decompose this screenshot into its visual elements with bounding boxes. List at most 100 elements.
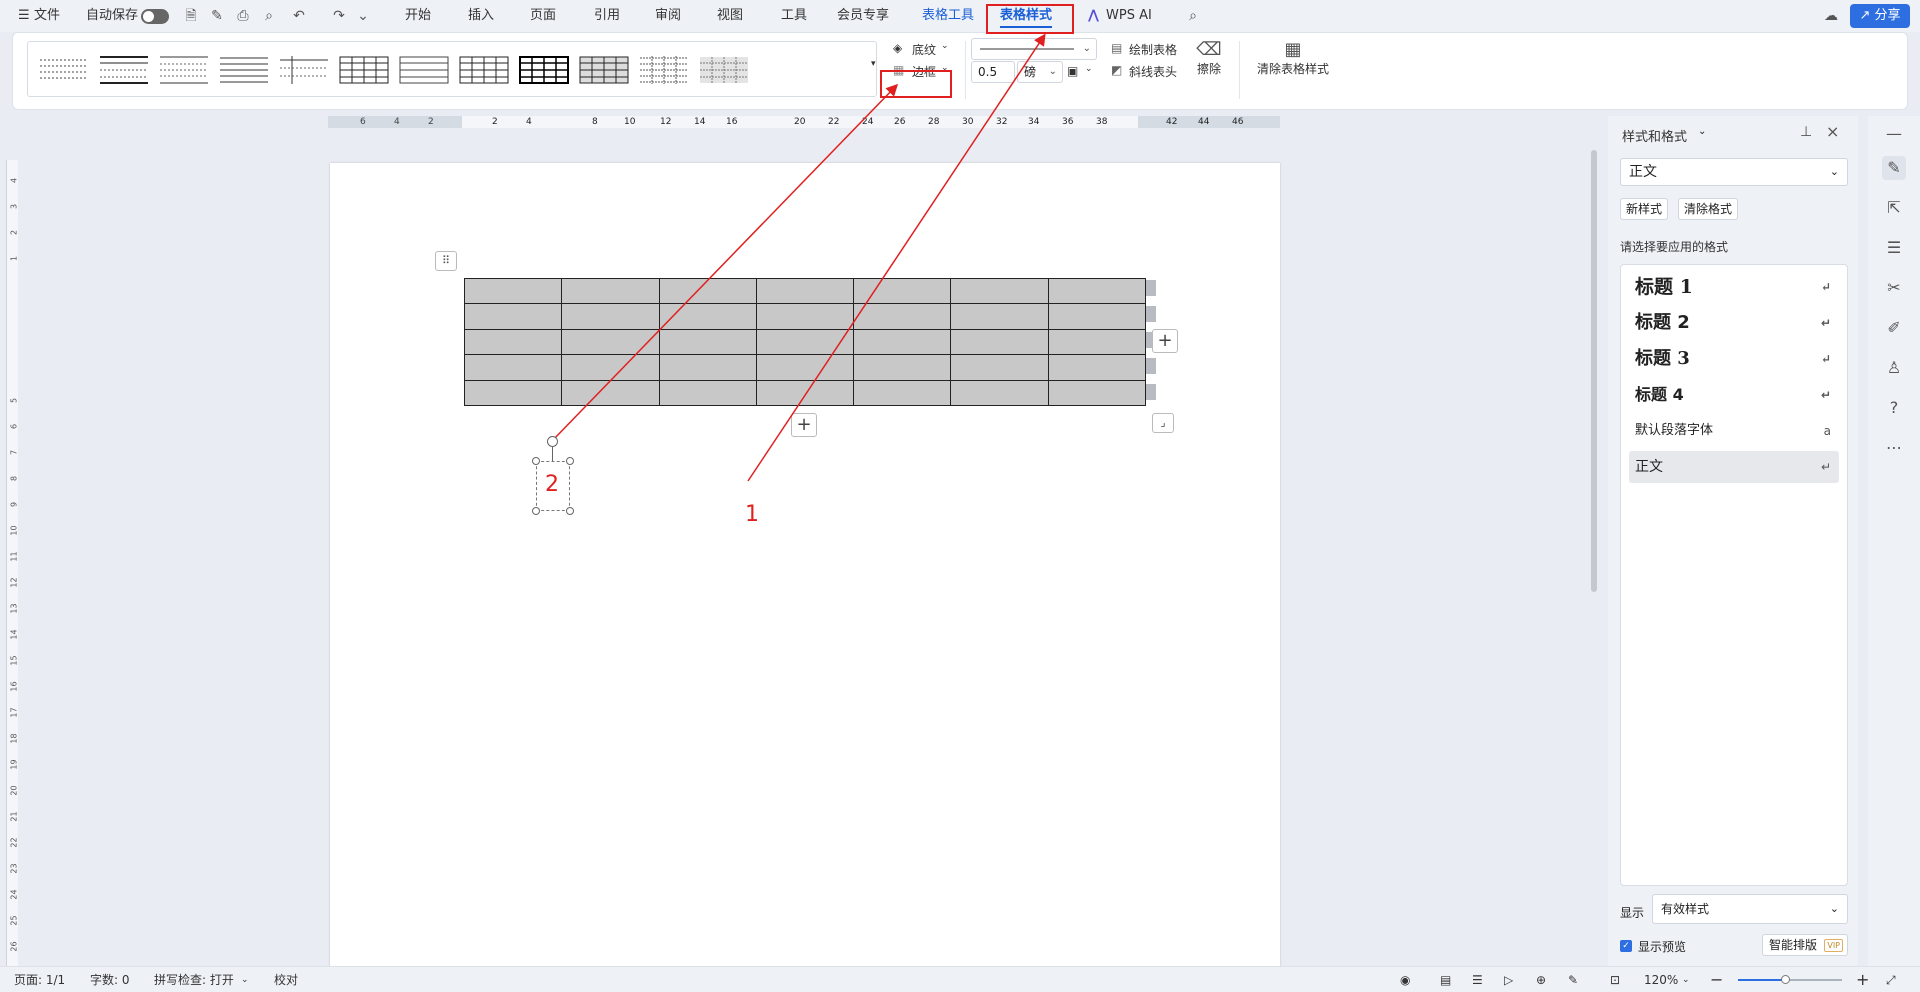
resize-handle[interactable]	[566, 457, 574, 465]
search-icon[interactable]: ⌕	[1184, 7, 1202, 25]
style-item-default-font[interactable]: 默认段落字体 a	[1629, 415, 1839, 447]
resize-handle[interactable]	[532, 507, 540, 515]
zoom-slider-knob[interactable]	[1780, 975, 1790, 984]
new-style-button[interactable]: 新样式	[1620, 198, 1669, 220]
style-item-body[interactable]: 正文 ↵	[1629, 451, 1839, 483]
redo-icon[interactable]: ↷	[330, 7, 348, 25]
select-cursor-icon[interactable]: ⇱	[1882, 196, 1906, 220]
diagonal-header-icon[interactable]: ◩	[1111, 63, 1122, 77]
export-icon[interactable]: ✎	[208, 7, 226, 25]
table-style-option[interactable]	[278, 52, 330, 88]
add-row-button[interactable]: +	[791, 413, 817, 437]
zoom-in-icon[interactable]: +	[1856, 967, 1869, 992]
table-move-handle[interactable]: ⠿	[435, 251, 457, 271]
document-table[interactable]	[463, 277, 1147, 407]
chevron-down-icon[interactable]: ⌄	[241, 967, 249, 992]
table-style-option[interactable]	[458, 52, 510, 88]
show-styles-dropdown[interactable]: 有效样式 ⌄	[1652, 894, 1848, 924]
more-dropdown-icon[interactable]: ⌄	[354, 7, 372, 25]
rotate-handle[interactable]	[547, 436, 558, 447]
minimize-icon[interactable]: —	[1882, 122, 1906, 146]
table-style-option[interactable]	[218, 52, 270, 88]
line-color-dropdown-icon[interactable]: ⌄	[1085, 64, 1093, 74]
pin-icon[interactable]: ⊥	[1800, 124, 1812, 140]
eye-icon[interactable]: ◉	[1400, 967, 1410, 992]
preview-checkbox[interactable]: ✓	[1620, 940, 1632, 952]
style-item-heading-1[interactable]: 标题 1 ↵	[1629, 271, 1839, 303]
page-view-icon[interactable]: ▤	[1440, 967, 1451, 992]
tab-review[interactable]: 审阅	[655, 0, 681, 32]
more-icon[interactable]: ⋯	[1882, 436, 1906, 460]
tab-wps-ai[interactable]: WPS AI	[1106, 0, 1152, 32]
clear-format-button[interactable]: 清除格式	[1678, 198, 1739, 220]
style-item-heading-2[interactable]: 标题 2 ↵	[1629, 307, 1839, 339]
undo-icon[interactable]: ↶	[290, 7, 308, 25]
zoom-level[interactable]: 120%	[1644, 967, 1678, 992]
shirt-icon[interactable]: ♙	[1882, 356, 1906, 380]
autosave-toggle[interactable]	[141, 9, 169, 24]
style-item-heading-4[interactable]: 标题 4 ↵	[1629, 379, 1839, 411]
tab-reference[interactable]: 引用	[594, 0, 620, 32]
vertical-ruler[interactable]: 4 3 2 1 5 6 7 8 9 10 11 12 13 14 15 16 1…	[6, 160, 19, 966]
diagonal-header-button[interactable]: 斜线表头	[1129, 63, 1177, 80]
cloud-upload-icon[interactable]: ☁	[1822, 7, 1840, 25]
spell-check-status[interactable]: 拼写检查: 打开	[154, 967, 234, 992]
play-icon[interactable]: ▷	[1504, 967, 1513, 992]
table-style-option[interactable]	[578, 52, 630, 88]
line-color-icon[interactable]: ▣	[1067, 64, 1078, 78]
adjust-sliders-icon[interactable]: ☰	[1882, 236, 1906, 260]
share-button[interactable]: ↗ 分享	[1850, 4, 1910, 28]
table-style-option[interactable]	[338, 52, 390, 88]
fullscreen-icon[interactable]: ⤢	[1886, 967, 1896, 992]
style-item-heading-3[interactable]: 标题 3 ↵	[1629, 343, 1839, 375]
pane-title-dropdown-icon[interactable]: ⌄	[1698, 126, 1706, 137]
print-preview-icon[interactable]: ⌕	[260, 7, 278, 25]
add-column-button[interactable]: +	[1152, 329, 1178, 353]
tab-start[interactable]: 开始	[405, 0, 431, 32]
table-resize-handle[interactable]: ⌟	[1152, 413, 1174, 433]
row-selector[interactable]	[1146, 280, 1156, 296]
zoom-out-icon[interactable]: −	[1710, 967, 1723, 992]
word-count[interactable]: 字数: 0	[90, 967, 130, 992]
print-icon[interactable]: ⎙	[234, 7, 252, 25]
smart-layout-button[interactable]: 智能排版 VIP	[1762, 934, 1848, 956]
web-view-icon[interactable]: ⊕	[1536, 967, 1546, 992]
tab-view[interactable]: 视图	[717, 0, 743, 32]
table-style-option[interactable]	[698, 52, 750, 88]
tab-insert[interactable]: 插入	[468, 0, 494, 32]
table-style-option[interactable]	[638, 52, 690, 88]
table-style-option[interactable]	[158, 52, 210, 88]
current-style-select[interactable]: 正文 ⌄	[1620, 158, 1848, 186]
row-selector[interactable]	[1146, 306, 1156, 322]
line-width-input[interactable]: 0.5	[971, 61, 1015, 83]
shading-button[interactable]: 底纹	[912, 41, 936, 58]
tab-page[interactable]: 页面	[530, 0, 556, 32]
styles-pen-icon[interactable]: ✎	[1882, 156, 1906, 180]
page-count[interactable]: 页面: 1/1	[14, 967, 65, 992]
pen-mode-icon[interactable]: ✎	[1568, 967, 1578, 992]
shading-dropdown-icon[interactable]: ⌄	[941, 41, 949, 51]
resize-handle[interactable]	[566, 507, 574, 515]
zoom-dropdown-icon[interactable]: ⌄	[1682, 967, 1690, 992]
tab-table-tools[interactable]: 表格工具	[922, 0, 974, 32]
fit-page-icon[interactable]: ⊡	[1610, 967, 1620, 992]
zoom-slider[interactable]	[1738, 975, 1842, 984]
help-icon[interactable]: ?	[1882, 396, 1906, 420]
document-scrollbar[interactable]	[1588, 116, 1600, 966]
file-menu[interactable]: 文件	[34, 0, 60, 32]
proofread-button[interactable]: 校对	[274, 967, 298, 992]
outline-view-icon[interactable]: ☰	[1472, 967, 1483, 992]
wps-ai-icon[interactable]: ⋀	[1088, 0, 1099, 32]
close-icon[interactable]: ×	[1826, 122, 1839, 141]
erase-button[interactable]: ⌫ 擦除	[1195, 39, 1223, 77]
tab-member[interactable]: 会员专享	[837, 0, 889, 32]
draw-table-icon[interactable]: ▤	[1111, 41, 1122, 55]
shading-icon[interactable]: ◈	[893, 41, 902, 55]
line-style-dropdown[interactable]: ⌄	[971, 38, 1097, 60]
table-style-option[interactable]	[398, 52, 450, 88]
row-selector[interactable]	[1146, 358, 1156, 374]
save-icon[interactable]: 🗎	[182, 7, 200, 25]
clear-table-style-button[interactable]: ▦ 清除表格样式	[1253, 39, 1333, 77]
menu-icon[interactable]: ☰	[18, 0, 30, 32]
scrollbar-thumb[interactable]	[1591, 150, 1597, 592]
